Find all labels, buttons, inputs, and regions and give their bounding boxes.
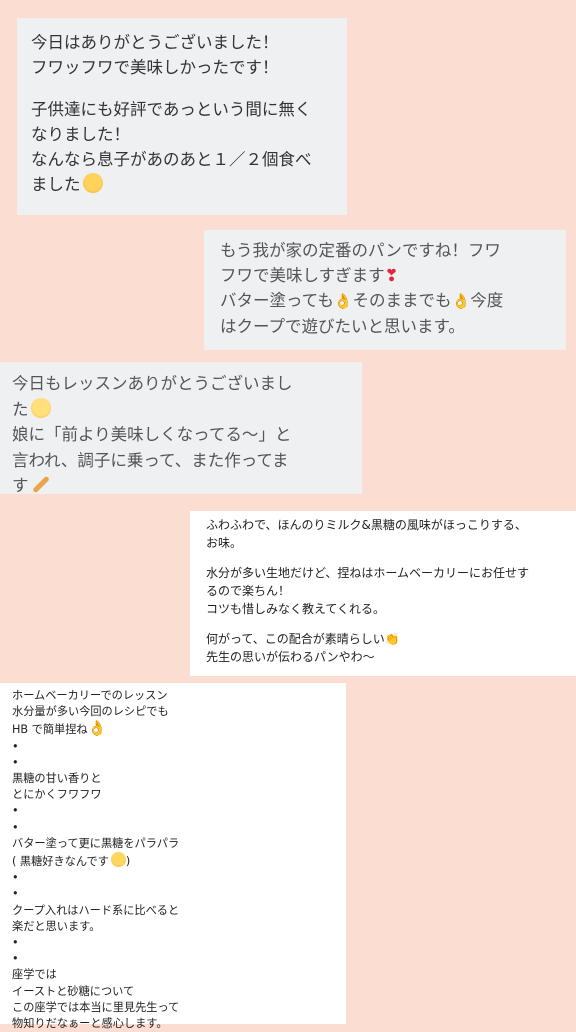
post-line: この座学では本当に里見先生って xyxy=(12,1000,180,1014)
post-line: コツも惜しみなく教えてくれる。 xyxy=(206,602,386,616)
post-line: 水分が多い生地だけど、捏ねはホームベーカリーにお任せす xyxy=(206,566,530,580)
message-bubble-house-favorite: もう我が家の定番のパンですね！フワ フワで美味しすぎます❣ バター塗っても👌その… xyxy=(204,230,566,350)
bullet-dot: • xyxy=(12,871,19,885)
ok-hand-icon: 👌 xyxy=(451,292,471,310)
ok-hand-icon: 👌 xyxy=(87,719,107,738)
message-line: フワッフワで美味しかったです！ xyxy=(31,58,279,77)
post-line: クープ入れはハード系に比べると xyxy=(12,903,180,917)
bullet-dot: • xyxy=(12,739,19,753)
post-line: とにかくフワフワ xyxy=(12,788,102,802)
message-text: そのままでも xyxy=(352,291,452,310)
bullet-dot: • xyxy=(12,952,19,966)
post-text: ( 黒糖好きなんです xyxy=(12,855,109,869)
clapping-hands-icon: 👏 xyxy=(384,632,400,646)
post-line: ホームベーカリーでのレッスン xyxy=(12,689,168,702)
post-line: るので楽ちん！ xyxy=(206,584,291,598)
ok-hand-icon: 👌 xyxy=(333,292,353,310)
message-line: 言われ、調子に乗って、また作ってま xyxy=(12,450,289,470)
post-text: ) xyxy=(125,855,131,869)
post-line: 先生の思いが伝わるパンやわ〜 xyxy=(206,650,375,664)
message-line-last: ました xyxy=(31,172,347,197)
message-line: た xyxy=(12,397,362,423)
message-line: もう我が家の定番のパンですね！フワ xyxy=(220,241,501,260)
message-line: 今日はありがとうございました！ xyxy=(31,33,279,52)
post-line: HB で簡単捏ね👌 xyxy=(12,720,346,738)
post-line: バター塗って更に黒糖をパラパラ xyxy=(12,836,180,850)
post-line: 物知りだなぁーと感心します。 xyxy=(12,1017,168,1031)
bullet-dot: • xyxy=(12,936,19,950)
post-line: 水分量が多い今回のレシピでも xyxy=(12,705,169,719)
grinning-sweat-emoji-icon xyxy=(110,852,126,868)
message-bubble-lesson-thanks: 今日もレッスンありがとうございまし た 娘に「前より美味しくなってる〜」と 言わ… xyxy=(0,362,362,495)
bullet-dot: • xyxy=(12,755,19,769)
message-line: なんなら息子があのあと１／２個食べ xyxy=(31,149,312,169)
post-line: 座学では xyxy=(12,968,57,982)
message-line: フワで美味しすぎます❣ xyxy=(220,263,566,288)
bullet-dot: • xyxy=(12,804,19,818)
post-line: 楽だと思います。 xyxy=(12,919,101,933)
message-line: 今日もレッスンありがとうございまし xyxy=(12,374,293,393)
message-line: 娘に「前より美味しくなってる〜」と xyxy=(12,425,292,444)
post-review-fluffy: ふわふわで、ほんのりミルク&黒糖の風味がほっこりする、 お味。 水分が多い生地だ… xyxy=(190,511,576,676)
message-text: バター塗っても xyxy=(220,291,334,310)
rolling-laughing-emoji-icon xyxy=(82,172,103,193)
message-line: す xyxy=(12,473,362,499)
message-line: 子供達にも好評であっという間に無く xyxy=(31,99,312,119)
message-line: バター塗っても👌そのままでも👌今度 xyxy=(220,288,566,314)
bullet-dot: • xyxy=(12,887,19,901)
post-line: イーストと砂糖について xyxy=(12,984,135,998)
post-line: ふわふわで、ほんのりミルク&黒糖の風味がほっこりする、 xyxy=(206,518,527,532)
post-line: 何がって、この配合が素晴らしい👏 xyxy=(206,630,576,648)
message-line: はクープで遊びたいと思います。 xyxy=(220,317,465,336)
message-text: す xyxy=(12,476,29,495)
message-bubble-thanks-fluffy: 今日はありがとうございました！ フワッフワで美味しかったです！ 子供達にも好評で… xyxy=(17,18,347,215)
smiling-face-icon xyxy=(30,397,51,418)
message-text: 今度 xyxy=(470,291,504,310)
message-text: ました xyxy=(31,174,81,194)
heart-exclamation-icon: ❣ xyxy=(384,266,399,285)
message-text: フワで美味しすぎます xyxy=(220,266,385,285)
post-text: HB で簡単捏ね xyxy=(12,723,88,737)
message-line: なりました！ xyxy=(31,124,130,144)
message-text: た xyxy=(12,399,29,419)
post-line: 黒糖の甘い香りと xyxy=(12,772,102,786)
post-line: お味。 xyxy=(206,536,243,550)
post-lesson-notes: ホームベーカリーでのレッスン 水分量が多い今回のレシピでも HB で簡単捏ね👌 … xyxy=(0,683,346,1030)
bullet-dot: • xyxy=(12,820,19,834)
post-text: 何がって、この配合が素晴らしい xyxy=(206,632,385,646)
post-line: ( 黒糖好きなんです) xyxy=(12,852,346,870)
baguette-icon xyxy=(31,475,50,494)
